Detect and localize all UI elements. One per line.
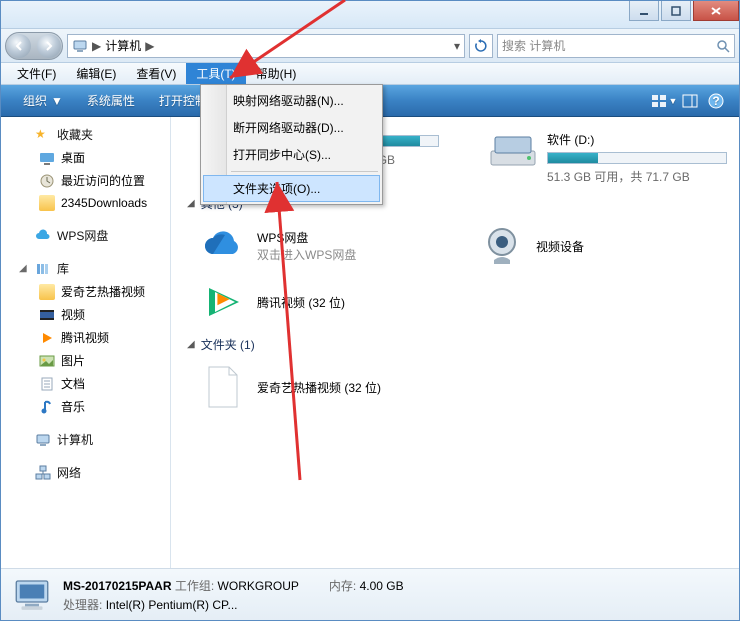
file-icon bbox=[201, 365, 245, 409]
breadcrumb-location[interactable]: 计算机 bbox=[105, 37, 141, 54]
document-icon bbox=[39, 376, 55, 392]
tools-dropdown: 映射网络驱动器(N)... 断开网络驱动器(D)... 打开同步中心(S)...… bbox=[200, 84, 383, 205]
forward-button[interactable] bbox=[37, 34, 61, 58]
sidebar-wps[interactable]: WPS网盘 bbox=[1, 224, 170, 247]
webcam-icon bbox=[480, 224, 524, 268]
menu-tools[interactable]: 工具(T) bbox=[186, 63, 245, 84]
folder-icon bbox=[39, 284, 55, 300]
menu-map-drive[interactable]: 映射网络驱动器(N)... bbox=[203, 87, 380, 114]
sidebar-libraries[interactable]: ◢ 库 bbox=[1, 257, 170, 280]
tencent-icon bbox=[39, 330, 55, 346]
nav-bar: ▶ 计算机 ▶ ▾ 搜索 计算机 bbox=[1, 29, 739, 63]
menu-help[interactable]: 帮助(H) bbox=[246, 63, 307, 84]
help-button[interactable]: ? bbox=[703, 93, 729, 109]
back-button[interactable] bbox=[7, 34, 31, 58]
refresh-icon bbox=[474, 39, 488, 53]
star-icon: ★ bbox=[35, 127, 51, 143]
minimize-button[interactable] bbox=[629, 1, 659, 21]
drive-icon bbox=[489, 131, 537, 171]
breadcrumb-sep2[interactable]: ▶ bbox=[145, 39, 154, 53]
sidebar-item-iqiyi[interactable]: 爱奇艺热播视频 bbox=[1, 280, 170, 303]
item-folder[interactable]: 爱奇艺热播视频 (32 位) bbox=[201, 365, 501, 409]
item-wps[interactable]: WPS网盘 双击进入WPS网盘 bbox=[201, 224, 430, 268]
close-button[interactable] bbox=[693, 1, 739, 21]
search-icon bbox=[716, 39, 730, 53]
sidebar-item-desktop[interactable]: 桌面 bbox=[1, 146, 170, 169]
sidebar-favorites[interactable]: ★ 收藏夹 bbox=[1, 123, 170, 146]
computer-icon bbox=[72, 38, 88, 54]
picture-icon bbox=[39, 353, 55, 369]
sidebar-item-pictures[interactable]: 图片 bbox=[1, 349, 170, 372]
item-name: 腾讯视频 (32 位) bbox=[257, 294, 345, 311]
sidebar-item-documents[interactable]: 文档 bbox=[1, 372, 170, 395]
section-folders[interactable]: ◢文件夹 (1) bbox=[171, 330, 739, 359]
item-name: 视频设备 bbox=[536, 238, 584, 255]
sidebar-item-downloads[interactable]: 2345Downloads bbox=[1, 192, 170, 214]
menu-bar: 文件(F) 编辑(E) 查看(V) 工具(T) 帮助(H) bbox=[1, 63, 739, 85]
drive-meta: 51.3 GB 可用，共 71.7 GB bbox=[547, 168, 727, 185]
video-icon bbox=[39, 307, 55, 323]
search-placeholder: 搜索 计算机 bbox=[502, 37, 565, 54]
menu-view[interactable]: 查看(V) bbox=[126, 63, 186, 84]
refresh-button[interactable] bbox=[469, 34, 493, 58]
sidebar-computer[interactable]: 计算机 bbox=[1, 428, 170, 451]
breadcrumb-dropdown-icon[interactable]: ▾ bbox=[454, 39, 460, 53]
item-sub: 双击进入WPS网盘 bbox=[257, 246, 356, 263]
tencent-video-icon bbox=[201, 280, 245, 324]
menu-folder-options[interactable]: 文件夹选项(O)... bbox=[203, 175, 380, 202]
status-computer-name: MS-20170215PAAR bbox=[63, 579, 172, 593]
nav-back-forward[interactable] bbox=[5, 32, 63, 60]
sidebar-network[interactable]: 网络 bbox=[1, 461, 170, 484]
preview-pane-button[interactable] bbox=[677, 94, 703, 108]
menu-file[interactable]: 文件(F) bbox=[7, 63, 66, 84]
cloud-icon bbox=[35, 228, 51, 244]
breadcrumb-sep: ▶ bbox=[92, 39, 101, 53]
sidebar-item-recent[interactable]: 最近访问的位置 bbox=[1, 169, 170, 192]
status-bar: MS-20170215PAAR 工作组: WORKGROUP 内存: 4.00 … bbox=[1, 568, 739, 620]
recent-icon bbox=[39, 173, 55, 189]
sidebar-item-video[interactable]: 视频 bbox=[1, 303, 170, 326]
search-input[interactable]: 搜索 计算机 bbox=[497, 34, 735, 58]
sidebar: ★ 收藏夹 桌面 最近访问的位置 2345Downloads bbox=[1, 117, 171, 568]
computer-large-icon bbox=[11, 574, 53, 616]
svg-text:?: ? bbox=[712, 94, 719, 108]
folder-icon bbox=[39, 195, 55, 211]
computer-icon bbox=[35, 432, 51, 448]
menu-sync-center[interactable]: 打开同步中心(S)... bbox=[203, 141, 380, 168]
music-icon bbox=[39, 399, 55, 415]
view-options-button[interactable]: ▼ bbox=[651, 94, 677, 108]
organize-button[interactable]: 组织 ▼ bbox=[11, 85, 75, 116]
item-tencent-video[interactable]: 腾讯视频 (32 位) bbox=[201, 280, 501, 324]
chevron-down-icon: ▼ bbox=[51, 94, 63, 108]
desktop-icon bbox=[39, 150, 55, 166]
item-name: 爱奇艺热播视频 (32 位) bbox=[257, 379, 381, 396]
library-icon bbox=[35, 261, 51, 277]
menu-disconnect-drive[interactable]: 断开网络驱动器(D)... bbox=[203, 114, 380, 141]
network-icon bbox=[35, 465, 51, 481]
sidebar-item-music[interactable]: 音乐 bbox=[1, 395, 170, 418]
drive-name: 软件 (D:) bbox=[547, 131, 727, 148]
breadcrumb[interactable]: ▶ 计算机 ▶ ▾ bbox=[67, 34, 465, 58]
maximize-button[interactable] bbox=[661, 1, 691, 21]
title-bar bbox=[1, 1, 739, 29]
system-properties-button[interactable]: 系统属性 bbox=[75, 85, 147, 116]
cloud-icon bbox=[201, 224, 245, 268]
drive-item[interactable]: 软件 (D:) 51.3 GB 可用，共 71.7 GB bbox=[489, 131, 727, 185]
item-name: WPS网盘 bbox=[257, 229, 356, 246]
menu-edit[interactable]: 编辑(E) bbox=[66, 63, 126, 84]
sidebar-item-tencent[interactable]: 腾讯视频 bbox=[1, 326, 170, 349]
item-video-device[interactable]: 视频设备 bbox=[480, 224, 709, 268]
